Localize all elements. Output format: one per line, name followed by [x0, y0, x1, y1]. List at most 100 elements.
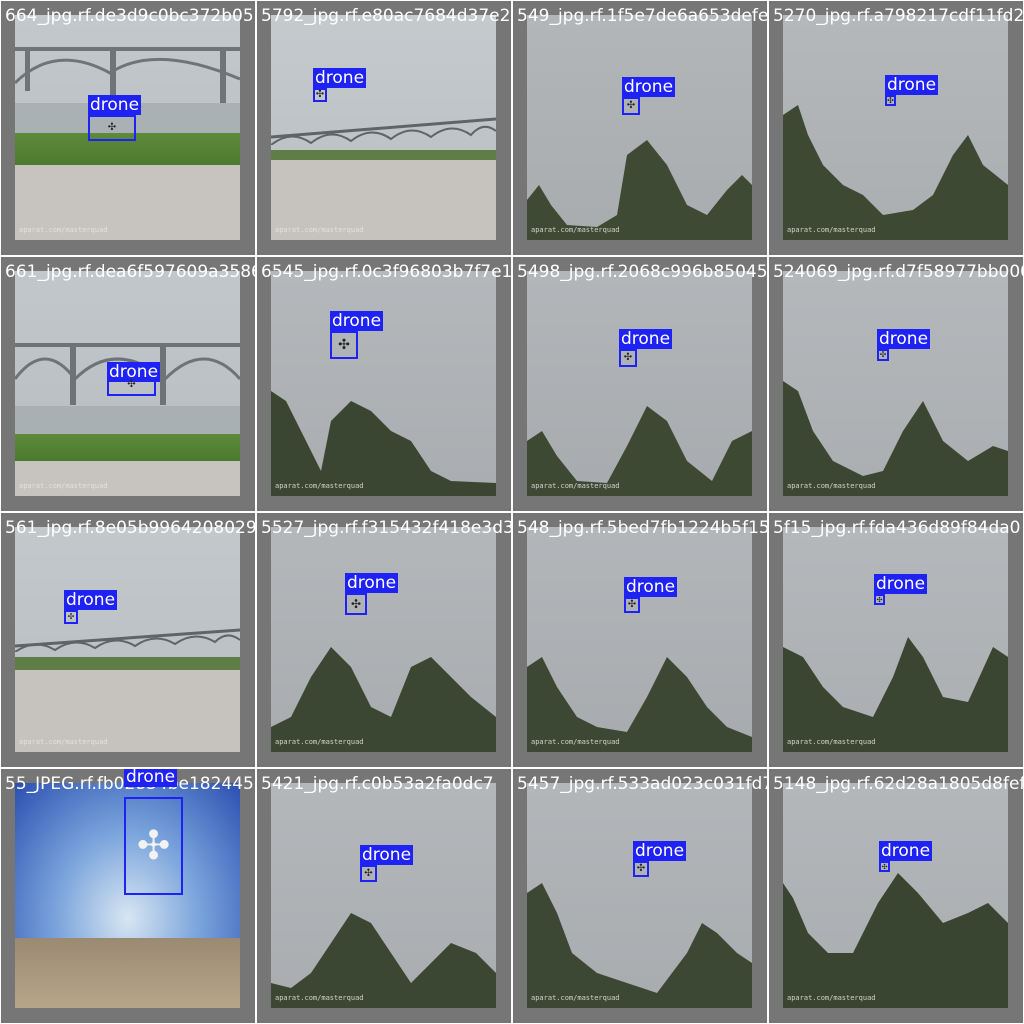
drone-icon: ✣ — [887, 95, 894, 105]
trees-scene-photo: aparat.com/masterquad drone ✣ — [271, 527, 496, 752]
drone-bounding-box[interactable]: drone ✣ — [88, 95, 142, 141]
drone-bounding-box[interactable]: drone ✣ — [879, 841, 933, 872]
trees-graphic — [527, 883, 752, 1008]
trees-graphic — [271, 647, 496, 752]
image-tile[interactable]: aparat.com/masterquad drone ✣ 549_jpg.rf… — [513, 1, 767, 255]
drone-bounding-box[interactable]: drone ✣ — [107, 362, 161, 396]
watermark: aparat.com/masterquad — [787, 482, 876, 490]
drone-label: drone — [124, 769, 178, 787]
drone-label: drone — [624, 577, 678, 597]
image-tile[interactable]: aparat.com/masterquad drone ✣ 5270_jpg.r… — [769, 1, 1023, 255]
drone-bounding-box[interactable]: drone ✣ — [619, 329, 673, 367]
bridge-graphic — [271, 117, 496, 145]
drone-icon: ✣ — [67, 612, 75, 621]
drone-icon: ✣ — [879, 350, 887, 359]
trees-scene-photo: aparat.com/masterquad drone ✣ — [783, 15, 1008, 240]
image-tile[interactable]: ✣ drone 55_JPEG.rf.fb02834be18244524012b… — [1, 769, 255, 1023]
drone-bounding-box[interactable]: drone ✣ — [64, 590, 118, 624]
drone-label: drone — [885, 75, 939, 95]
drone-label: drone — [879, 841, 933, 861]
trees-scene-photo: aparat.com/masterquad drone ✣ — [783, 783, 1008, 1008]
drone-bounding-box[interactable]: drone ✣ — [360, 845, 414, 882]
trees-graphic — [783, 873, 1008, 1008]
blue-sky-drone-photo: ✣ — [15, 783, 240, 1008]
trees-scene-photo: aparat.com/masterquad drone ✣ — [527, 527, 752, 752]
image-filename: 5148_jpg.rf.62d28a1805d8fef — [773, 774, 1023, 794]
watermark: aparat.com/masterquad — [19, 738, 108, 746]
drone-label: drone — [633, 841, 687, 861]
image-tile[interactable]: aparat.com/masterquad drone ✣ 6545_jpg.r… — [257, 257, 511, 511]
drone-bounding-box[interactable]: drone ✣ — [874, 574, 928, 605]
trees-scene-photo: aparat.com/masterquad drone ✣ — [271, 783, 496, 1008]
watermark: aparat.com/masterquad — [275, 994, 364, 1002]
drone-bounding-box[interactable]: drone ✣ — [345, 573, 399, 615]
drone-icon: ✣ — [315, 89, 325, 100]
watermark: aparat.com/masterquad — [531, 738, 620, 746]
drone-icon: ✣ — [127, 379, 136, 390]
image-tile[interactable]: aparat.com/masterquad drone ✣ 5498_jpg.r… — [513, 257, 767, 511]
drone-icon: ✣ — [876, 595, 883, 604]
drone-bounding-box[interactable]: drone ✣ — [885, 75, 939, 106]
watermark: aparat.com/masterquad — [531, 482, 620, 490]
drone-icon: ✣ — [364, 867, 373, 879]
bridge-far-scene-photo: aparat.com/masterquad drone ✣ — [15, 527, 240, 752]
image-filename: 5498_jpg.rf.2068c996b850452 — [517, 262, 767, 282]
watermark: aparat.com/masterquad — [787, 226, 876, 234]
drone-label: drone — [877, 329, 931, 349]
watermark: aparat.com/masterquad — [531, 226, 620, 234]
watermark: aparat.com/masterquad — [19, 226, 108, 234]
image-filename: 5270_jpg.rf.a798217cdf11fd2 — [773, 6, 1023, 26]
drone-icon: ✣ — [881, 862, 888, 871]
image-tile[interactable]: aparat.com/masterquad drone ✣ 5148_jpg.r… — [769, 769, 1023, 1023]
watermark: aparat.com/masterquad — [275, 738, 364, 746]
image-filename: 5457_jpg.rf.533ad023c031fd7 — [517, 774, 767, 794]
image-tile[interactable]: aparat.com/masterquad drone ✣ 5457_jpg.r… — [513, 769, 767, 1023]
image-filename: 5f15_jpg.rf.fda436d89f84da0 — [773, 518, 1021, 538]
bridge-graphic — [15, 628, 240, 652]
drone-bounding-box[interactable]: ✣ — [124, 797, 183, 895]
image-filename: 5421_jpg.rf.c0b53a2fa0dc7 — [261, 774, 494, 794]
image-tile[interactable]: aparat.com/masterquad drone ✣ 548_jpg.rf… — [513, 513, 767, 767]
drone-label: drone — [88, 95, 142, 115]
drone-label: drone — [874, 574, 928, 594]
drone-bounding-box[interactable]: drone ✣ — [313, 68, 367, 102]
image-tile[interactable]: aparat.com/masterquad drone ✣ 5527_jpg.r… — [257, 513, 511, 767]
drone-bounding-box[interactable]: drone ✣ — [633, 841, 687, 877]
drone-icon: ✣ — [338, 337, 350, 353]
bridge-scene-photo: aparat.com/masterquad drone ✣ — [15, 271, 240, 496]
trees-graphic — [527, 657, 752, 752]
image-tile[interactable]: aparat.com/masterquad drone ✣ 5f15_jpg.r… — [769, 513, 1023, 767]
drone-icon: ✣ — [107, 122, 117, 133]
image-filename: 524069_jpg.rf.d7f58977bb0007 — [773, 262, 1023, 282]
image-tile[interactable]: aparat.com/masterquad drone ✣ 5792_jpg.r… — [257, 1, 511, 255]
image-tile[interactable]: aparat.com/masterquad drone ✣ 524069_jpg… — [769, 257, 1023, 511]
drone-label: drone — [330, 311, 384, 331]
drone-label: drone — [345, 573, 399, 593]
drone-icon: ✣ — [626, 100, 636, 111]
watermark: aparat.com/masterquad — [787, 738, 876, 746]
image-tile[interactable]: aparat.com/masterquad drone ✣ 5421_jpg.r… — [257, 769, 511, 1023]
trees-scene-photo: aparat.com/masterquad drone ✣ — [527, 783, 752, 1008]
drone-bounding-box[interactable]: drone ✣ — [877, 329, 931, 361]
drone-label: drone — [313, 68, 367, 88]
drone-bounding-box[interactable]: drone ✣ — [622, 77, 676, 115]
trees-scene-photo: aparat.com/masterquad drone ✣ — [783, 527, 1008, 752]
drone-bounding-box[interactable]: drone ✣ — [330, 311, 384, 359]
trees-graphic — [271, 391, 496, 496]
image-tile[interactable]: aparat.com/masterquad drone ✣ 661_jpg.rf… — [1, 257, 255, 511]
drone-label: drone — [360, 845, 414, 865]
image-filename: 561_jpg.rf.8e05b996420802963d7fd6315421f… — [5, 518, 255, 538]
image-tile[interactable]: aparat.com/masterquad drone ✣ 664_jpg.rf… — [1, 1, 255, 255]
image-tile[interactable]: aparat.com/masterquad drone ✣ 561_jpg.rf… — [1, 513, 255, 767]
watermark: aparat.com/masterquad — [19, 482, 108, 490]
bridge-scene-photo: aparat.com/masterquad drone ✣ — [15, 15, 240, 240]
image-filename: 5792_jpg.rf.e80ac7684d37e24519a4e3e6a653… — [261, 6, 511, 26]
image-filename: 5527_jpg.rf.f315432f418e3d3e5c — [261, 518, 511, 538]
image-filename: 549_jpg.rf.1f5e7de6a653defe52710fd3a1798… — [517, 6, 767, 26]
bridge-far-scene-photo: aparat.com/masterquad drone ✣ — [271, 15, 496, 240]
drone-label: drone — [622, 77, 676, 97]
drone-icon: ✣ — [623, 352, 633, 363]
trees-scene-photo: aparat.com/masterquad drone ✣ — [271, 271, 496, 496]
drone-label: drone — [64, 590, 118, 610]
drone-bounding-box[interactable]: drone ✣ — [624, 577, 678, 613]
